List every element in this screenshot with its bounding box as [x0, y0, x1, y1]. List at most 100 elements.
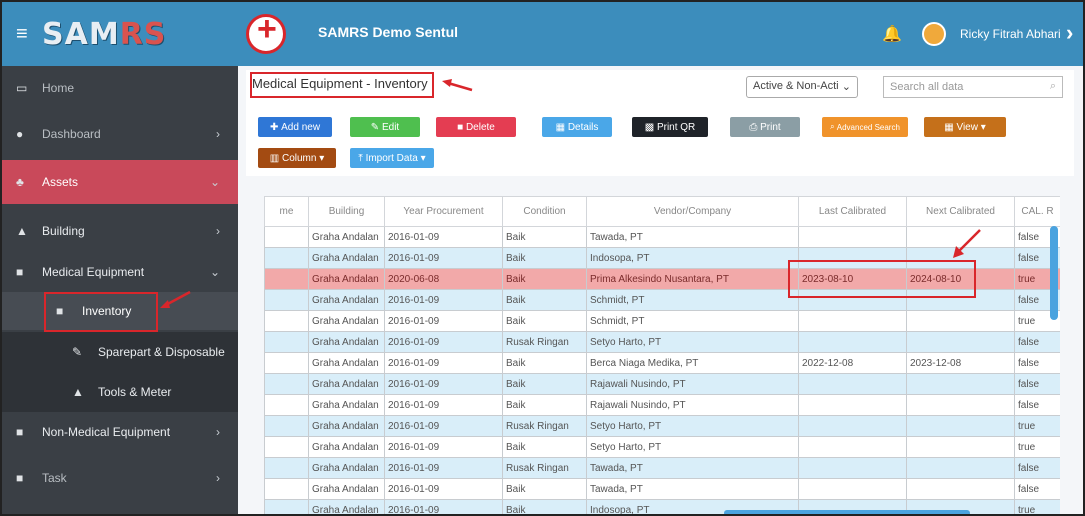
column-header[interactable]: Building [308, 196, 385, 227]
table-row[interactable]: Graha Andalan 2016-01-09 Baik Rajawali Nusi… [264, 394, 1060, 416]
sidebar-item-label: Building [42, 224, 85, 238]
bell-icon[interactable]: 🔔 [882, 24, 902, 44]
table-cell: 2020-06-08 [384, 268, 503, 290]
table-cell: 2016-01-09 [384, 499, 503, 514]
table-cell [264, 289, 309, 311]
top-header: SAMRS Demo Sentul 🔔 Ricky Fitrah Abhari … [238, 2, 1083, 66]
table-row[interactable]: Graha Andalan 2016-01-09 Rusak Ringan Tawad… [264, 457, 1060, 479]
table-cell: Graha Andalan [308, 352, 385, 374]
table-row[interactable]: Graha Andalan 2016-01-09 Rusak Ringan Setyo… [264, 415, 1060, 437]
import-data-button[interactable]: ⤒ Import Data ▾ [350, 148, 434, 168]
app-title: SAMRS Demo Sentul [318, 24, 459, 40]
add-new-button[interactable]: ✚ Add new [258, 117, 332, 137]
table-cell [906, 310, 1015, 332]
add-new-label: Add new [281, 121, 321, 133]
table-cell [264, 457, 309, 479]
sidebar-item-tools-meter[interactable]: ▲ Tools & Meter [2, 372, 238, 412]
table-cell: Tawada, PT [586, 478, 799, 500]
table-row[interactable]: Graha Andalan 2016-01-09 Baik Rajawali Nusi… [264, 373, 1060, 395]
hamburger-icon[interactable]: ≡ [16, 23, 42, 46]
table-row[interactable]: Graha Andalan 2016-01-09 Baik Schmidt, PT tr… [264, 310, 1060, 332]
column-header[interactable]: Year Procurement [384, 196, 503, 227]
column-header[interactable]: CAL. R [1014, 196, 1060, 227]
table-cell: Baik [502, 268, 587, 290]
sidebar-item-task[interactable]: ■ Task › [2, 456, 238, 500]
table-cell: Rusak Ringan [502, 457, 587, 479]
chevron-right-icon[interactable]: › [1066, 20, 1073, 46]
columns-icon: ▥ [269, 152, 282, 164]
page-title: Medical Equipment - Inventory [252, 76, 428, 91]
annotation-box-inventory [44, 292, 158, 332]
print-button[interactable]: ⎙ Print [730, 117, 800, 137]
avatar[interactable] [922, 22, 946, 46]
table-cell: Indosopa, PT [586, 247, 799, 269]
table-cell: 2016-01-09 [384, 247, 503, 269]
table-cell: Setyo Harto, PT [586, 415, 799, 437]
advanced-search-button[interactable]: ⌕ Advanced Search [822, 117, 908, 137]
search-icon: ⌕ [1049, 80, 1056, 92]
table-cell: Graha Andalan [308, 289, 385, 311]
table-row[interactable]: Graha Andalan 2016-01-09 Baik Berca Niaga M… [264, 352, 1060, 374]
table-cell: Graha Andalan [308, 226, 385, 248]
table-cell: Rajawali Nusindo, PT [586, 373, 799, 395]
table-row[interactable]: Graha Andalan 2016-01-09 Baik Tawada, PT fal… [264, 226, 1060, 248]
table-header-row: me Building Year Procurement Condition Vendo… [264, 196, 1060, 227]
column-header[interactable]: me [264, 196, 309, 227]
sidebar-item-label: Sparepart & Disposable [98, 345, 225, 359]
table-cell: 2016-01-09 [384, 436, 503, 458]
search-input[interactable]: Search all data ⌕ [883, 76, 1063, 98]
vertical-scrollbar[interactable] [1050, 226, 1058, 320]
table-row[interactable]: Graha Andalan 2016-01-09 Rusak Ringan Setyo… [264, 331, 1060, 353]
sidebar-item-assets[interactable]: ♣ Assets ⌄ [2, 160, 238, 204]
caret-down-icon: ▾ [316, 152, 325, 164]
table-cell: true [1014, 499, 1060, 514]
palette-icon: ● [16, 127, 24, 141]
search-icon: ⌕ [830, 122, 837, 131]
table-cell: Schmidt, PT [586, 289, 799, 311]
table-cell [798, 310, 907, 332]
table-cell [906, 331, 1015, 353]
table-cell [264, 310, 309, 332]
chevron-down-icon: ⌄ [209, 175, 220, 189]
edit-button[interactable]: ✎ Edit [350, 117, 420, 137]
table-cell: true [1014, 415, 1060, 437]
table-cell: Graha Andalan [308, 373, 385, 395]
table-cell [906, 415, 1015, 437]
status-filter-select[interactable]: Active & Non-Acti ⌄ [746, 76, 858, 98]
sidebar-item-label: Medical Equipment [42, 265, 145, 279]
user-name[interactable]: Ricky Fitrah Abhari [960, 27, 1061, 41]
table-row[interactable]: Graha Andalan 2016-01-09 Baik Setyo Harto, … [264, 436, 1060, 458]
sidebar-item-label: Task [42, 471, 67, 485]
table-cell [906, 436, 1015, 458]
column-header[interactable]: Next Calibrated [906, 196, 1015, 227]
printer-icon: ⎙ [749, 121, 761, 133]
column-button[interactable]: ▥ Column ▾ [258, 148, 336, 168]
sidebar-item-dashboard[interactable]: ● Dashboard › [2, 112, 238, 156]
table-cell: 2016-01-09 [384, 457, 503, 479]
sidebar-item-sparepart[interactable]: ✎ Sparepart & Disposable [2, 332, 238, 372]
sidebar-item-medical-equipment[interactable]: ■ Medical Equipment ⌄ [2, 252, 238, 292]
column-header[interactable]: Last Calibrated [798, 196, 907, 227]
table-cell: Baik [502, 373, 587, 395]
table-cell [264, 499, 309, 514]
horizontal-scrollbar[interactable] [724, 510, 970, 514]
table-row[interactable]: Graha Andalan 2016-01-09 Baik Tawada, PT fal… [264, 478, 1060, 500]
table-cell: Graha Andalan [308, 247, 385, 269]
hospital-logo-icon [246, 10, 286, 54]
details-button[interactable]: ▦ Details [542, 117, 612, 137]
brand-logo[interactable]: SAMRS [42, 17, 166, 52]
chevron-right-icon: › [216, 425, 220, 439]
sidebar-item-building[interactable]: ▲ Building › [2, 210, 238, 252]
column-header[interactable]: Condition [502, 196, 587, 227]
delete-button[interactable]: ■ Delete [436, 117, 516, 137]
sidebar-item-home[interactable]: ▭ Home [2, 68, 238, 108]
content-toolbar-panel: Medical Equipment - Inventory Active & N… [246, 70, 1074, 176]
table-cell [798, 436, 907, 458]
chevron-right-icon: › [216, 127, 220, 141]
sidebar-item-non-medical-equipment[interactable]: ■ Non-Medical Equipment › [2, 412, 238, 452]
view-button[interactable]: ▦ View ▾ [924, 117, 1006, 137]
column-header[interactable]: Vendor/Company [586, 196, 799, 227]
print-qr-button[interactable]: ▩ Print QR [632, 117, 708, 137]
table-cell [264, 226, 309, 248]
wrench-icon: ✎ [72, 345, 83, 359]
